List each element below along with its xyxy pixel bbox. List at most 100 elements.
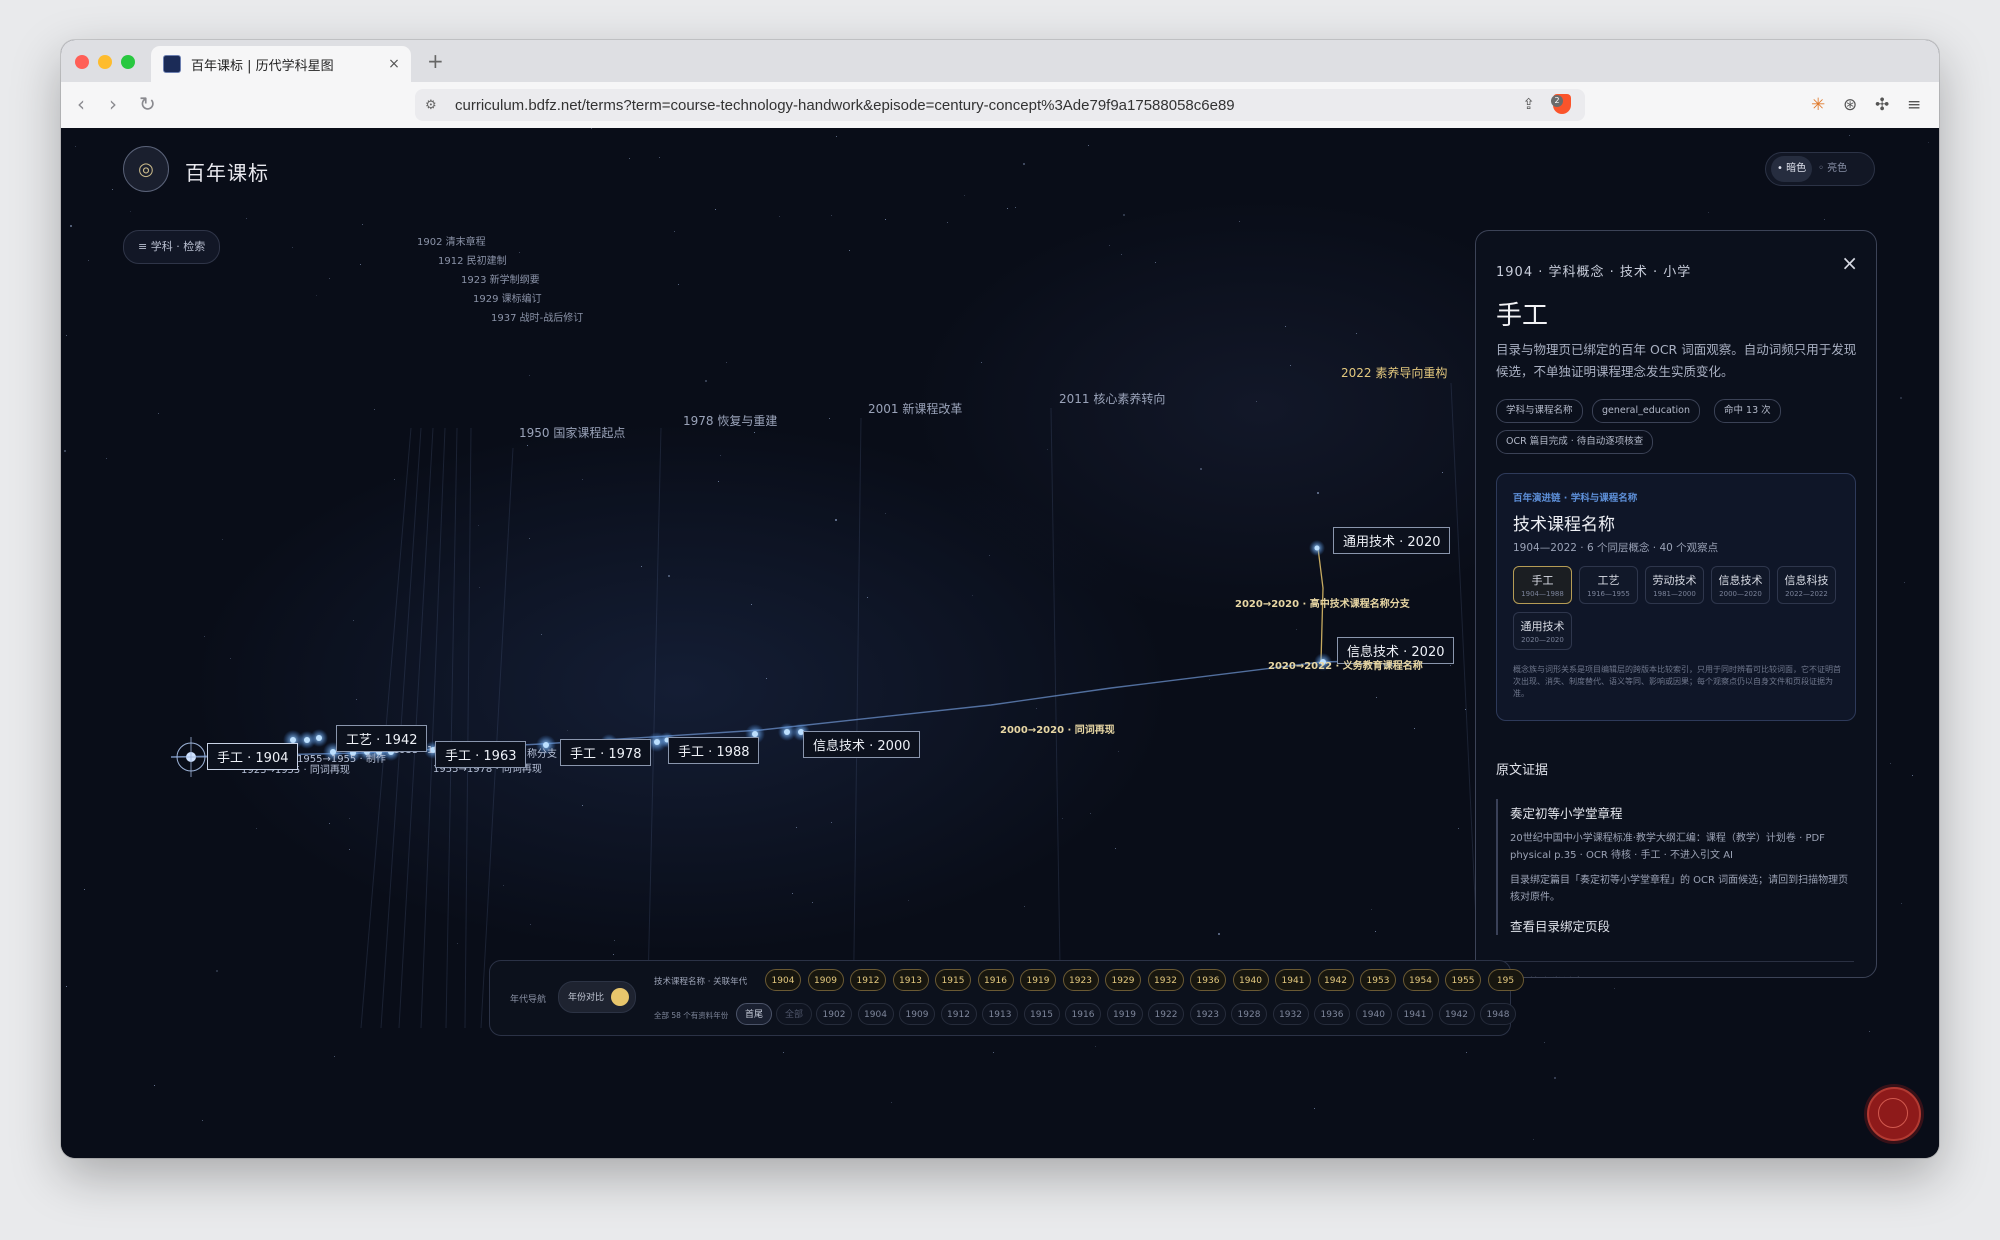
node-card-2020-general-tech[interactable]: 通用技术 · 2020: [1333, 527, 1451, 554]
theme-switch[interactable]: • 暗色 ◦ 亮色: [1765, 152, 1875, 186]
related-year-chip[interactable]: 195: [1487, 969, 1524, 991]
related-year-chip[interactable]: 1929: [1105, 969, 1141, 991]
node-card-1904[interactable]: 手工 · 1904: [207, 743, 299, 770]
year-chip[interactable]: 1902: [816, 1003, 852, 1025]
concept-chip-general-tech[interactable]: 通用技术 2020—2020: [1513, 612, 1572, 650]
related-year-chip[interactable]: 1942: [1317, 969, 1354, 991]
browser-tab[interactable]: 百年课标 | 历代学科星图 ×: [151, 46, 411, 82]
node-card-1942[interactable]: 工艺 · 1942: [336, 725, 428, 752]
concept-chip-labor-tech[interactable]: 劳动技术 1981—2000: [1645, 566, 1704, 604]
ai-sparkle-icon[interactable]: ✳: [1811, 95, 1825, 115]
year-chip[interactable]: 1915: [1023, 1003, 1060, 1025]
year-chip[interactable]: 1936: [1314, 1003, 1350, 1025]
theme-dark-option[interactable]: • 暗色: [1771, 156, 1813, 182]
evolution-note: 概念族与词形关系是项目编辑层的跨版本比较索引，只用于同时辨看可比较词面，它不证明…: [1513, 665, 1841, 698]
puzzle-extensions-icon[interactable]: ✣: [1875, 95, 1889, 115]
related-year-chip[interactable]: 1932: [1147, 969, 1184, 991]
theme-light-option[interactable]: ◦ 亮色: [1812, 156, 1853, 182]
year-chip-first-last[interactable]: 首尾: [736, 1003, 772, 1025]
year-chip-all[interactable]: 全部: [776, 1003, 812, 1025]
link-label[interactable]: 2020→2022 · 义务教育课程名称: [1268, 657, 1423, 672]
related-year-chip[interactable]: 1955: [1445, 969, 1481, 991]
related-year-chip[interactable]: 1915: [935, 969, 971, 991]
year-chip[interactable]: 1904: [857, 1003, 894, 1025]
emblem-logo-icon[interactable]: ◎: [123, 146, 169, 192]
node-card-1978[interactable]: 手工 · 1978: [560, 739, 652, 766]
concept-chip-info-science[interactable]: 信息科技 2022—2022: [1777, 566, 1836, 604]
era-label-current[interactable]: 2022 素养导向重构: [1341, 364, 1447, 381]
era-label[interactable]: 1950 国家课程起点: [519, 424, 625, 441]
related-year-chip[interactable]: 1936: [1190, 969, 1226, 991]
year-compare-toggle[interactable]: 年份对比: [558, 981, 636, 1013]
year-chip[interactable]: 1913: [982, 1003, 1018, 1025]
year-chip[interactable]: 1919: [1106, 1003, 1143, 1025]
close-panel-icon[interactable]: ×: [1841, 251, 1858, 275]
related-year-chip[interactable]: 1953: [1360, 969, 1396, 991]
site-settings-icon[interactable]: ⚙: [425, 98, 447, 113]
year-chip[interactable]: 1932: [1272, 1003, 1309, 1025]
chip-name: 手工: [1531, 574, 1554, 587]
share-icon[interactable]: ⇪: [1522, 95, 1535, 113]
subject-search-button[interactable]: ≡ 学科 · 检索: [123, 230, 221, 264]
related-year-chip[interactable]: 1909: [807, 969, 844, 991]
related-year-chip[interactable]: 1912: [850, 969, 886, 991]
concept-chip-craft[interactable]: 工艺 1916—1955: [1579, 566, 1638, 604]
era-label[interactable]: 1978 恢复与重建: [683, 412, 777, 429]
related-year-chip[interactable]: 1916: [977, 969, 1014, 991]
menu-icon[interactable]: ≡: [1907, 95, 1921, 115]
related-year-chip[interactable]: 1904: [765, 969, 801, 991]
related-year-chip[interactable]: 1913: [892, 969, 929, 991]
related-year-chip[interactable]: 1919: [1020, 969, 1056, 991]
seal-icon: [1878, 1098, 1908, 1128]
concept-chip-handwork[interactable]: 手工 1904—1988: [1513, 566, 1572, 604]
seal-stamp-button[interactable]: [1867, 1087, 1921, 1141]
year-chip[interactable]: 1922: [1148, 1003, 1184, 1025]
year-chip[interactable]: 1941: [1397, 1003, 1433, 1025]
era-label[interactable]: 2011 核心素养转向: [1059, 390, 1165, 407]
forward-button[interactable]: ›: [109, 94, 117, 114]
evolution-kicker: 百年演进链 · 学科与课程名称: [1513, 493, 1638, 504]
view-bound-pages-link[interactable]: 查看目录绑定页段: [1510, 916, 1854, 935]
related-year-chip[interactable]: 1923: [1062, 969, 1099, 991]
year-chip[interactable]: 1912: [940, 1003, 977, 1025]
back-button[interactable]: ‹: [77, 94, 85, 114]
maximize-window-button[interactable]: [121, 55, 135, 69]
url-field[interactable]: ⚙ curriculum.bdfz.net/terms?term=course-…: [415, 89, 1585, 121]
origin-marker-icon[interactable]: [171, 737, 211, 777]
new-tab-button[interactable]: +: [427, 49, 444, 73]
tab-close-icon[interactable]: ×: [383, 56, 405, 72]
node-card-2000[interactable]: 信息技术 · 2000: [803, 731, 921, 758]
chip-name: 信息科技: [1784, 574, 1829, 587]
link-label[interactable]: 2000→2020 · 同词再现: [1000, 721, 1115, 736]
related-year-chip[interactable]: 1941: [1275, 969, 1311, 991]
year-chip[interactable]: 1942: [1438, 1003, 1475, 1025]
legend-item[interactable]: 1912 民初建制: [438, 252, 507, 267]
year-chip[interactable]: 1948: [1480, 1003, 1516, 1025]
legend-item[interactable]: 1902 清末章程: [417, 233, 486, 248]
related-year-chip[interactable]: 1954: [1402, 969, 1439, 991]
chip-years: 1981—2000: [1653, 590, 1696, 598]
year-chip[interactable]: 1928: [1231, 1003, 1267, 1025]
brave-shields-icon[interactable]: 2: [1551, 94, 1571, 114]
chip-years: 2000—2020: [1719, 590, 1762, 598]
related-year-chip[interactable]: 1940: [1232, 969, 1269, 991]
evidence-heading: 原文证据: [1496, 763, 1549, 778]
year-chip[interactable]: 1923: [1189, 1003, 1226, 1025]
node-card-1988[interactable]: 手工 · 1988: [668, 737, 760, 764]
node-card-1963[interactable]: 手工 · 1963: [435, 741, 527, 768]
evidence-item-2-title[interactable]: 奏定初等小学堂章程: [1496, 961, 1854, 977]
close-window-button[interactable]: [75, 55, 89, 69]
year-chip[interactable]: 1909: [899, 1003, 935, 1025]
extension-icon[interactable]: ⊛: [1843, 95, 1857, 115]
reload-button[interactable]: ↻: [139, 94, 156, 114]
legend-item[interactable]: 1923 新学制纲要: [461, 271, 540, 286]
legend-item[interactable]: 1937 战时-战后修订: [491, 309, 583, 324]
era-label[interactable]: 2001 新课程改革: [868, 400, 962, 417]
legend-item[interactable]: 1929 课标编订: [473, 290, 542, 305]
chip-years: 2022—2022: [1785, 590, 1828, 598]
link-label[interactable]: 2020→2020 · 高中技术课程名称分支: [1235, 595, 1410, 610]
concept-chip-info-tech[interactable]: 信息技术 2000—2020: [1711, 566, 1770, 604]
year-chip[interactable]: 1916: [1065, 1003, 1101, 1025]
minimize-window-button[interactable]: [98, 55, 112, 69]
year-chip[interactable]: 1940: [1355, 1003, 1392, 1025]
